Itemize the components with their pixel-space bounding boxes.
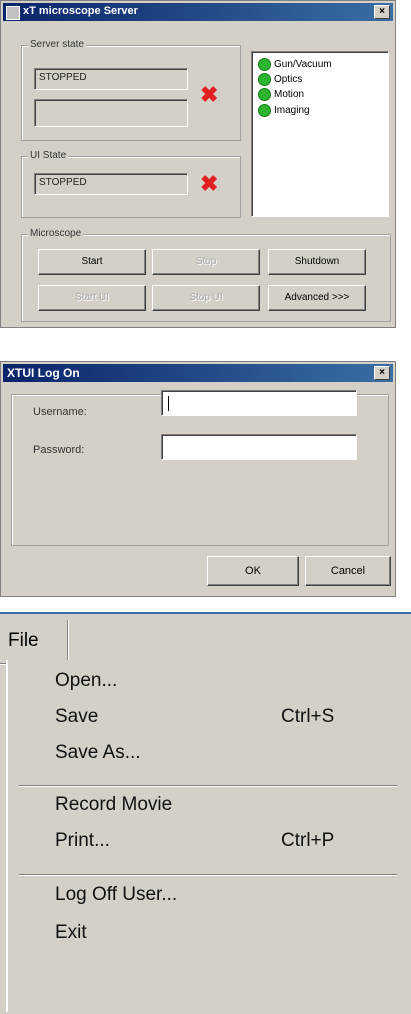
server-window: xT microscope Server × Server state STOP… <box>0 0 396 328</box>
username-input[interactable] <box>161 390 357 416</box>
app-icon <box>6 6 20 20</box>
menu-item-label: Record Movie <box>55 794 173 815</box>
stop-ui-button[interactable]: Stop UI <box>152 285 260 311</box>
logon-window-title: XTUI Log On <box>7 366 80 380</box>
cancel-button[interactable]: Cancel <box>305 556 391 586</box>
menu-item-open[interactable]: Open... <box>7 670 409 704</box>
menu-item-label: Open... <box>55 670 118 691</box>
shutdown-button[interactable]: Shutdown <box>268 249 366 275</box>
ui-state-group: UI State STOPPED ✖ <box>21 150 241 218</box>
file-menu-header-label: File <box>8 630 39 651</box>
ok-button[interactable]: OK <box>207 556 299 586</box>
menu-item-log-off-user[interactable]: Log Off User... <box>7 884 409 918</box>
text-caret <box>168 396 169 411</box>
status-ok-icon <box>258 73 271 86</box>
username-label: Username: <box>33 406 87 418</box>
close-icon: × <box>379 367 385 378</box>
logon-window-titlebar: XTUI Log On × <box>3 364 393 382</box>
microscope-legend: Microscope <box>28 228 84 239</box>
server-error-icon: ✖ <box>200 82 219 107</box>
menu-item-label: Save As... <box>55 742 141 763</box>
status-ok-icon <box>258 58 271 71</box>
advanced-button[interactable]: Advanced >>> <box>268 285 366 311</box>
menu-item-label: Save <box>55 706 99 727</box>
close-button[interactable]: × <box>374 5 390 19</box>
server-state-legend: Server state <box>28 39 86 50</box>
file-menu-dropdown: Open... Save Ctrl+S Save As... Record Mo… <box>6 660 409 1012</box>
server-state-detail-field <box>34 99 188 127</box>
password-input[interactable] <box>161 434 357 460</box>
status-list[interactable]: Gun/Vacuum Optics Motion Imaging <box>251 51 389 217</box>
menu-item-exit[interactable]: Exit <box>7 922 409 956</box>
start-ui-button[interactable]: Start UI <box>38 285 146 311</box>
menu-item-save[interactable]: Save Ctrl+S <box>7 706 409 740</box>
menu-item-shortcut: Ctrl+P <box>281 830 335 851</box>
password-label: Password: <box>33 444 85 456</box>
microscope-group: Microscope Start Stop Shutdown Start UI … <box>21 228 391 322</box>
status-ok-icon <box>258 88 271 101</box>
status-item-optics: Optics <box>258 73 302 86</box>
server-window-titlebar: xT microscope Server × <box>3 3 393 21</box>
menu-item-print[interactable]: Print... Ctrl+P <box>7 830 409 864</box>
close-icon: × <box>379 6 385 17</box>
menu-item-shortcut: Ctrl+S <box>281 706 335 727</box>
menu-item-label: Exit <box>55 922 87 943</box>
file-menu-header[interactable]: File <box>0 620 69 665</box>
menu-item-record-movie[interactable]: Record Movie <box>7 794 409 828</box>
start-button[interactable]: Start <box>38 249 146 275</box>
ui-state-field: STOPPED <box>34 173 188 195</box>
status-item-motion: Motion <box>258 88 304 101</box>
menu-item-save-as[interactable]: Save As... <box>7 742 409 776</box>
menu-separator <box>19 874 397 876</box>
ui-error-icon: ✖ <box>200 171 219 196</box>
menu-item-label: Log Off User... <box>55 884 178 905</box>
window-title: xT microscope Server <box>23 5 138 17</box>
logon-window: XTUI Log On × Username: Password: OK Can… <box>0 361 396 597</box>
server-state-group: Server state STOPPED ✖ <box>21 39 241 141</box>
server-state-field: STOPPED <box>34 68 188 90</box>
logon-close-button[interactable]: × <box>374 366 390 380</box>
status-item-imaging: Imaging <box>258 104 310 117</box>
ui-state-legend: UI State <box>28 150 69 161</box>
stop-button[interactable]: Stop <box>152 249 260 275</box>
menu-separator <box>19 785 397 787</box>
menu-item-label: Print... <box>55 830 110 851</box>
status-ok-icon <box>258 104 271 117</box>
status-item-gun-vacuum: Gun/Vacuum <box>258 58 332 71</box>
